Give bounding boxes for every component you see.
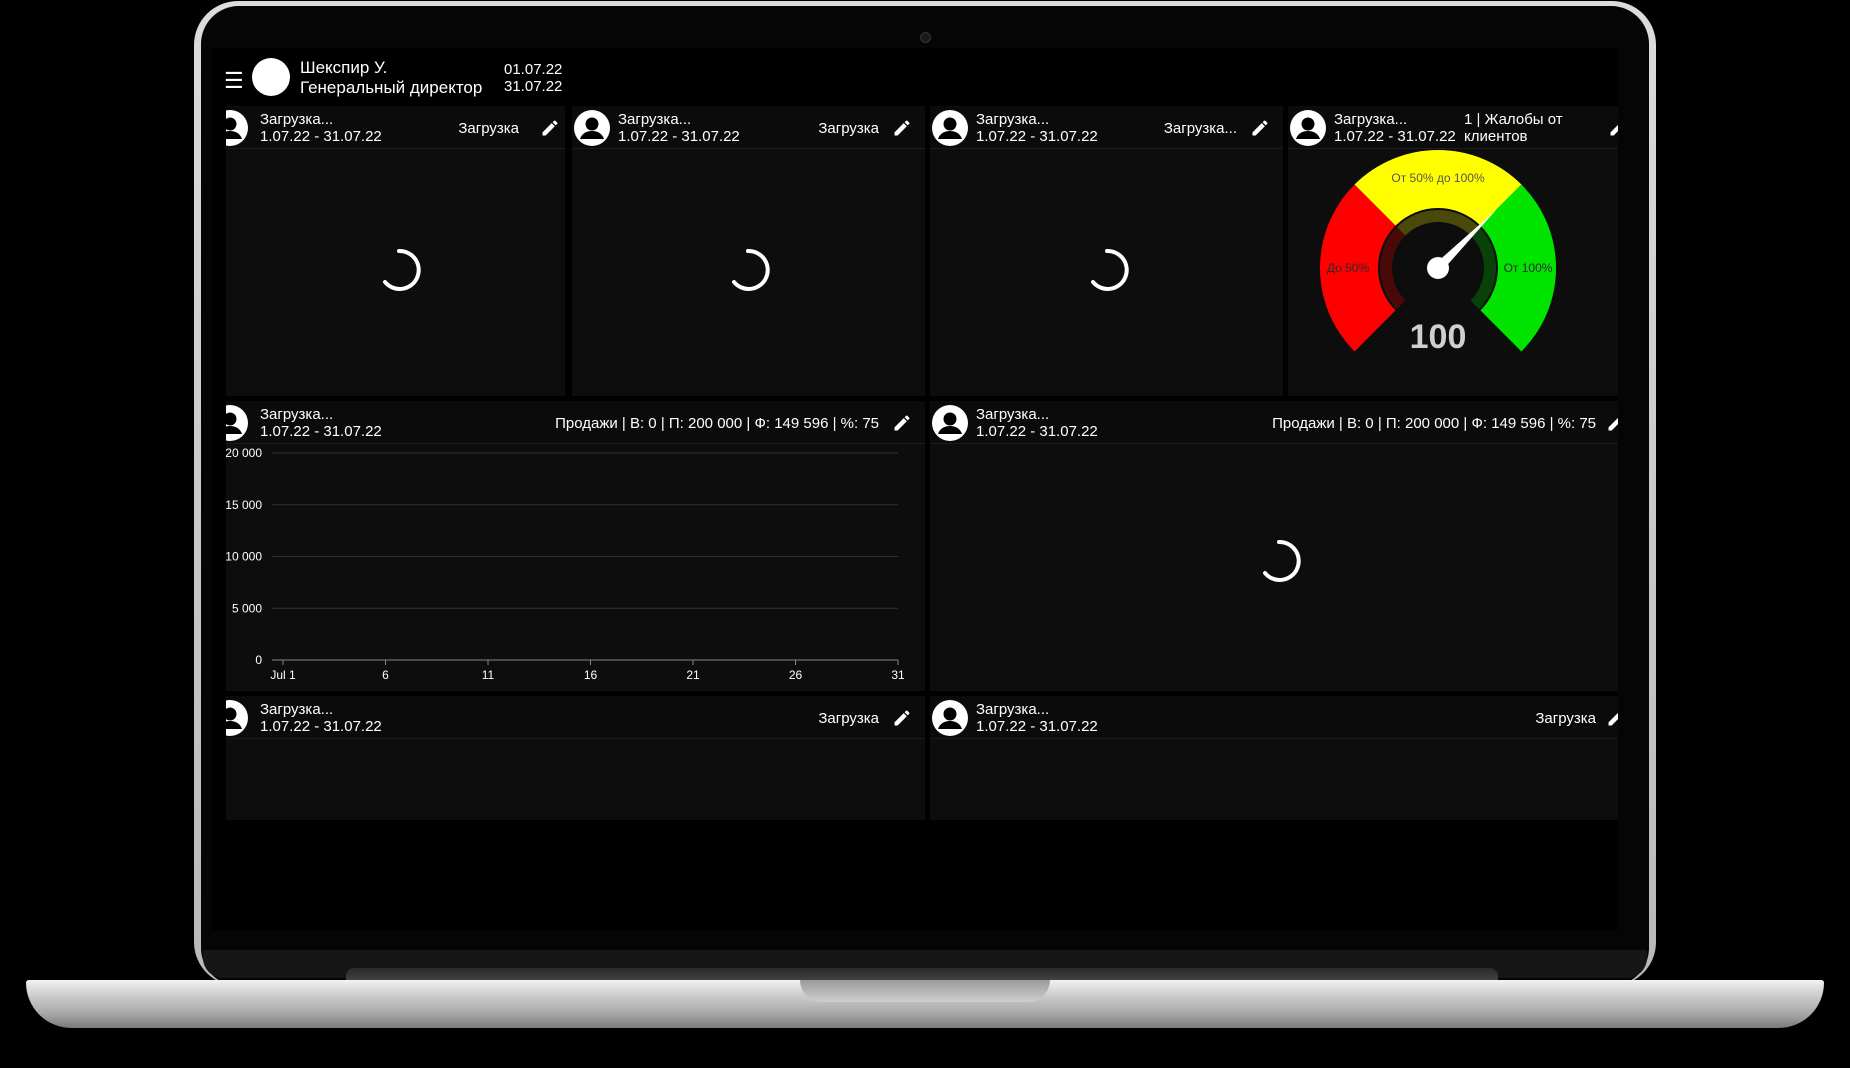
date-from[interactable]: 01.07.22 <box>504 61 562 79</box>
widget-status: клиентов <box>1464 128 1528 145</box>
widget-8: Загрузка... 1.07.22 - 31.07.22 Загрузка <box>930 696 1618 820</box>
pencil-icon[interactable] <box>892 708 912 728</box>
widget-header: Загрузка... 1.07.22 - 31.07.22 Загрузка <box>226 106 565 149</box>
widget-period: 1.07.22 - 31.07.22 <box>260 128 382 145</box>
user-avatar-icon <box>226 110 248 146</box>
loading-spinner-icon <box>732 248 770 291</box>
widget-title: Загрузка... <box>976 111 1050 128</box>
y-tick-label: 15 000 <box>226 498 262 512</box>
x-tick-label: 26 <box>789 668 803 682</box>
user-avatar-icon <box>226 700 248 736</box>
pencil-icon[interactable] <box>540 118 560 138</box>
pencil-icon[interactable] <box>892 413 912 433</box>
widget-title: Загрузка... <box>260 701 334 718</box>
gauge-chart: До 50% От 50% до 100% От 100% 100 <box>1320 150 1556 356</box>
widget-title: Загрузка... <box>260 111 334 128</box>
loading-spinner-icon <box>1091 248 1129 291</box>
gauge-zone-label: До 50% <box>1327 261 1370 275</box>
loading-spinner-icon <box>383 248 421 291</box>
user-avatar-icon <box>226 405 248 441</box>
widget-title: Загрузка... <box>260 406 334 423</box>
widget-header: Загрузка... 1.07.22 - 31.07.22 Загрузка <box>572 106 925 149</box>
y-tick-label: 20 000 <box>226 446 262 460</box>
widget-header: Загрузка... 1.07.22 - 31.07.22 1 | Жалоб… <box>1288 106 1618 149</box>
sales-line-chart: 0 5 000 10 000 15 000 20 000 Jul 1 6 11 16 21 26 31 <box>226 446 905 682</box>
user-avatar-icon <box>932 405 968 441</box>
widget-status: Загрузка <box>458 120 519 137</box>
gauge-zone-label: От 100% <box>1504 261 1553 275</box>
user-name: Шекспир У. <box>300 58 388 77</box>
widget-7: Загрузка... 1.07.22 - 31.07.22 Загрузка <box>226 696 925 820</box>
widget-period: 1.07.22 - 31.07.22 <box>976 128 1098 145</box>
user-avatar-icon <box>932 110 968 146</box>
x-tick-label: 31 <box>891 668 905 682</box>
widget-title: Загрузка... <box>618 111 692 128</box>
hamburger-icon[interactable]: ☰ <box>224 70 244 92</box>
widget-period: 1.07.22 - 31.07.22 <box>976 718 1098 735</box>
x-tick-label: Jul 1 <box>270 668 296 682</box>
x-tick-label: 11 <box>482 668 495 682</box>
gauge-zone-label: От 50% до 100% <box>1391 171 1485 185</box>
date-to[interactable]: 31.07.22 <box>504 78 562 96</box>
gauge-value: 100 <box>1410 318 1467 356</box>
user-avatar-icon <box>1290 110 1326 146</box>
user-role: Генеральный директор <box>300 78 483 97</box>
widget-status: 1 | Жалобы от <box>1464 111 1563 128</box>
widget-title: Загрузка... <box>976 406 1050 423</box>
pencil-icon[interactable] <box>1608 118 1618 138</box>
laptop-notch <box>800 980 1050 1002</box>
widget-status: Загрузка <box>818 120 879 137</box>
x-tick-label: 16 <box>584 668 598 682</box>
widget-header: Загрузка... 1.07.22 - 31.07.22 Продажи |… <box>226 401 925 444</box>
widget-status: Продажи | В: 0 | П: 200 000 | Ф: 149 596… <box>555 415 879 432</box>
widget-status: Загрузка <box>818 710 879 727</box>
user-avatar-icon <box>574 110 610 146</box>
pencil-icon[interactable] <box>1606 413 1618 433</box>
dashboard-screen: ☰ Шекспир У. Генеральный директор 01.07.… <box>212 48 1618 930</box>
camera-icon <box>920 32 931 43</box>
y-tick-label: 0 <box>255 653 262 667</box>
widget-period: 1.07.22 - 31.07.22 <box>976 423 1098 440</box>
widget-header: Загрузка... 1.07.22 - 31.07.22 Загрузка <box>226 696 925 739</box>
widget-5-chart: Загрузка... 1.07.22 - 31.07.22 Продажи |… <box>226 401 925 691</box>
widget-period: 1.07.22 - 31.07.22 <box>1334 128 1456 145</box>
widget-3: Загрузка... 1.07.22 - 31.07.22 Загрузка.… <box>930 106 1283 396</box>
widget-period: 1.07.22 - 31.07.22 <box>260 423 382 440</box>
widget-6: Загрузка... 1.07.22 - 31.07.22 Продажи |… <box>930 401 1618 691</box>
widget-status: Загрузка <box>1535 710 1596 727</box>
widget-status: Загрузка... <box>1163 120 1237 137</box>
avatar[interactable] <box>252 58 290 96</box>
widget-header: Загрузка... 1.07.22 - 31.07.22 Загрузка <box>930 696 1618 739</box>
widget-2: Загрузка... 1.07.22 - 31.07.22 Загрузка <box>572 106 925 396</box>
pencil-icon[interactable] <box>1250 118 1270 138</box>
x-tick-label: 21 <box>686 668 700 682</box>
y-tick-label: 10 000 <box>226 550 262 564</box>
widget-status: Продажи | В: 0 | П: 200 000 | Ф: 149 596… <box>1272 415 1596 432</box>
widget-4-gauge: Загрузка... 1.07.22 - 31.07.22 1 | Жалоб… <box>1288 106 1618 396</box>
pencil-icon[interactable] <box>892 118 912 138</box>
widget-1: Загрузка... 1.07.22 - 31.07.22 Загрузка <box>226 106 565 396</box>
user-avatar-icon <box>932 700 968 736</box>
x-tick-label: 6 <box>382 668 389 682</box>
y-tick-label: 5 000 <box>232 601 262 615</box>
loading-spinner-icon <box>1263 539 1301 582</box>
widget-header: Загрузка... 1.07.22 - 31.07.22 Загрузка.… <box>930 106 1283 149</box>
widget-title: Загрузка... <box>1334 111 1408 128</box>
widget-period: 1.07.22 - 31.07.22 <box>618 128 740 145</box>
widget-period: 1.07.22 - 31.07.22 <box>260 718 382 735</box>
pencil-icon[interactable] <box>1606 708 1618 728</box>
widget-title: Загрузка... <box>976 701 1050 718</box>
widget-header: Загрузка... 1.07.22 - 31.07.22 Продажи |… <box>930 401 1618 444</box>
gauge-hub <box>1427 257 1449 279</box>
